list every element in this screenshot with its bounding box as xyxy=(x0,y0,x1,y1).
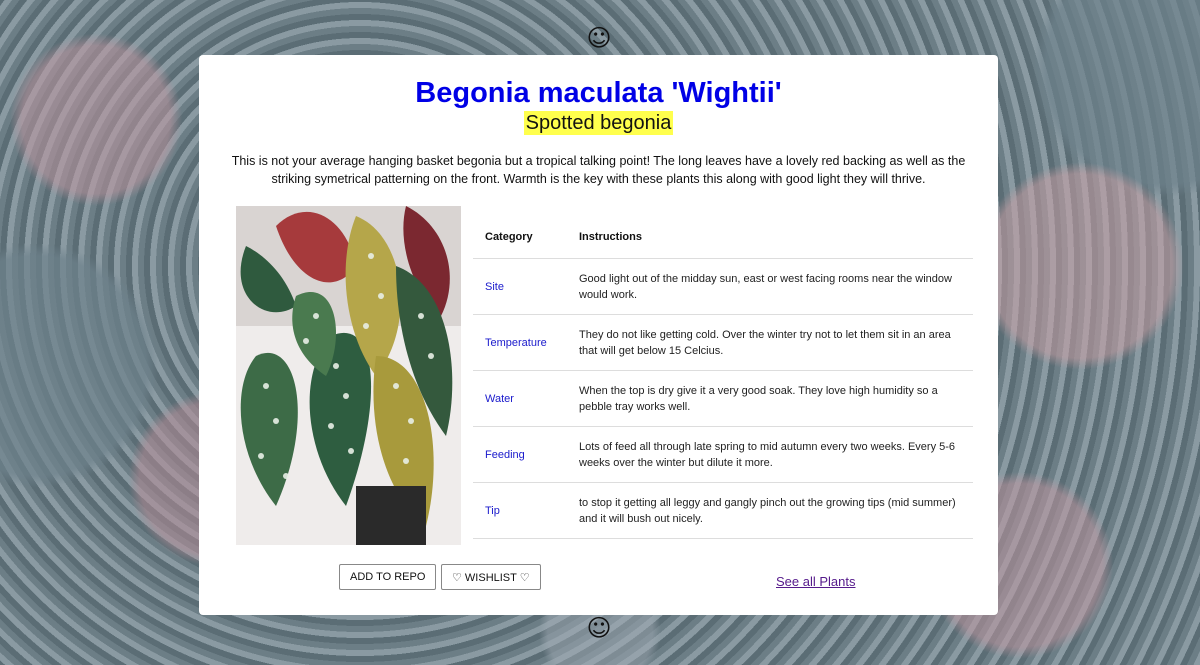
wishlist-button[interactable]: ♡ WISHLIST ♡ xyxy=(441,564,541,590)
instructions-cell: When the top is dry give it a very good … xyxy=(567,370,973,427)
smiley-icon-bottom: ☺ xyxy=(586,614,612,642)
plant-photo xyxy=(236,206,461,545)
table-row: Tip to stop it getting all leggy and gan… xyxy=(473,482,973,539)
plant-card: Begonia maculata 'Wightii' Spotted begon… xyxy=(199,55,998,615)
common-name-wrap: Spotted begonia xyxy=(199,111,998,135)
care-table-header: Category Instructions xyxy=(473,215,973,259)
table-row: Temperature They do not like getting col… xyxy=(473,314,973,371)
care-table: Category Instructions Site Good light ou… xyxy=(473,215,973,539)
category-header: Category xyxy=(473,215,567,259)
instructions-cell: to stop it getting all leggy and gangly … xyxy=(567,482,973,539)
instructions-header: Instructions xyxy=(567,215,973,259)
add-to-repo-button[interactable]: ADD TO REPO xyxy=(339,564,437,590)
common-name: Spotted begonia xyxy=(523,111,674,135)
category-feeding[interactable]: Feeding xyxy=(473,426,567,483)
category-water[interactable]: Water xyxy=(473,370,567,427)
category-site[interactable]: Site xyxy=(473,258,567,315)
instructions-cell: Lots of feed all through late spring to … xyxy=(567,426,973,483)
see-all-plants-link[interactable]: See all Plants xyxy=(776,574,856,589)
table-row: Water When the top is dry give it a very… xyxy=(473,370,973,427)
category-temperature[interactable]: Temperature xyxy=(473,314,567,371)
instructions-cell: Good light out of the midday sun, east o… xyxy=(567,258,973,315)
begonia-leaves-image xyxy=(236,206,461,545)
table-row: Site Good light out of the midday sun, e… xyxy=(473,258,973,315)
table-row: Feeding Lots of feed all through late sp… xyxy=(473,426,973,483)
smiley-icon-top: ☺ xyxy=(586,24,612,52)
plant-title: Begonia maculata 'Wightii' xyxy=(415,77,782,109)
plant-description: This is not your average hanging basket … xyxy=(231,154,966,186)
instructions-cell: They do not like getting cold. Over the … xyxy=(567,314,973,371)
category-tip[interactable]: Tip xyxy=(473,482,567,539)
